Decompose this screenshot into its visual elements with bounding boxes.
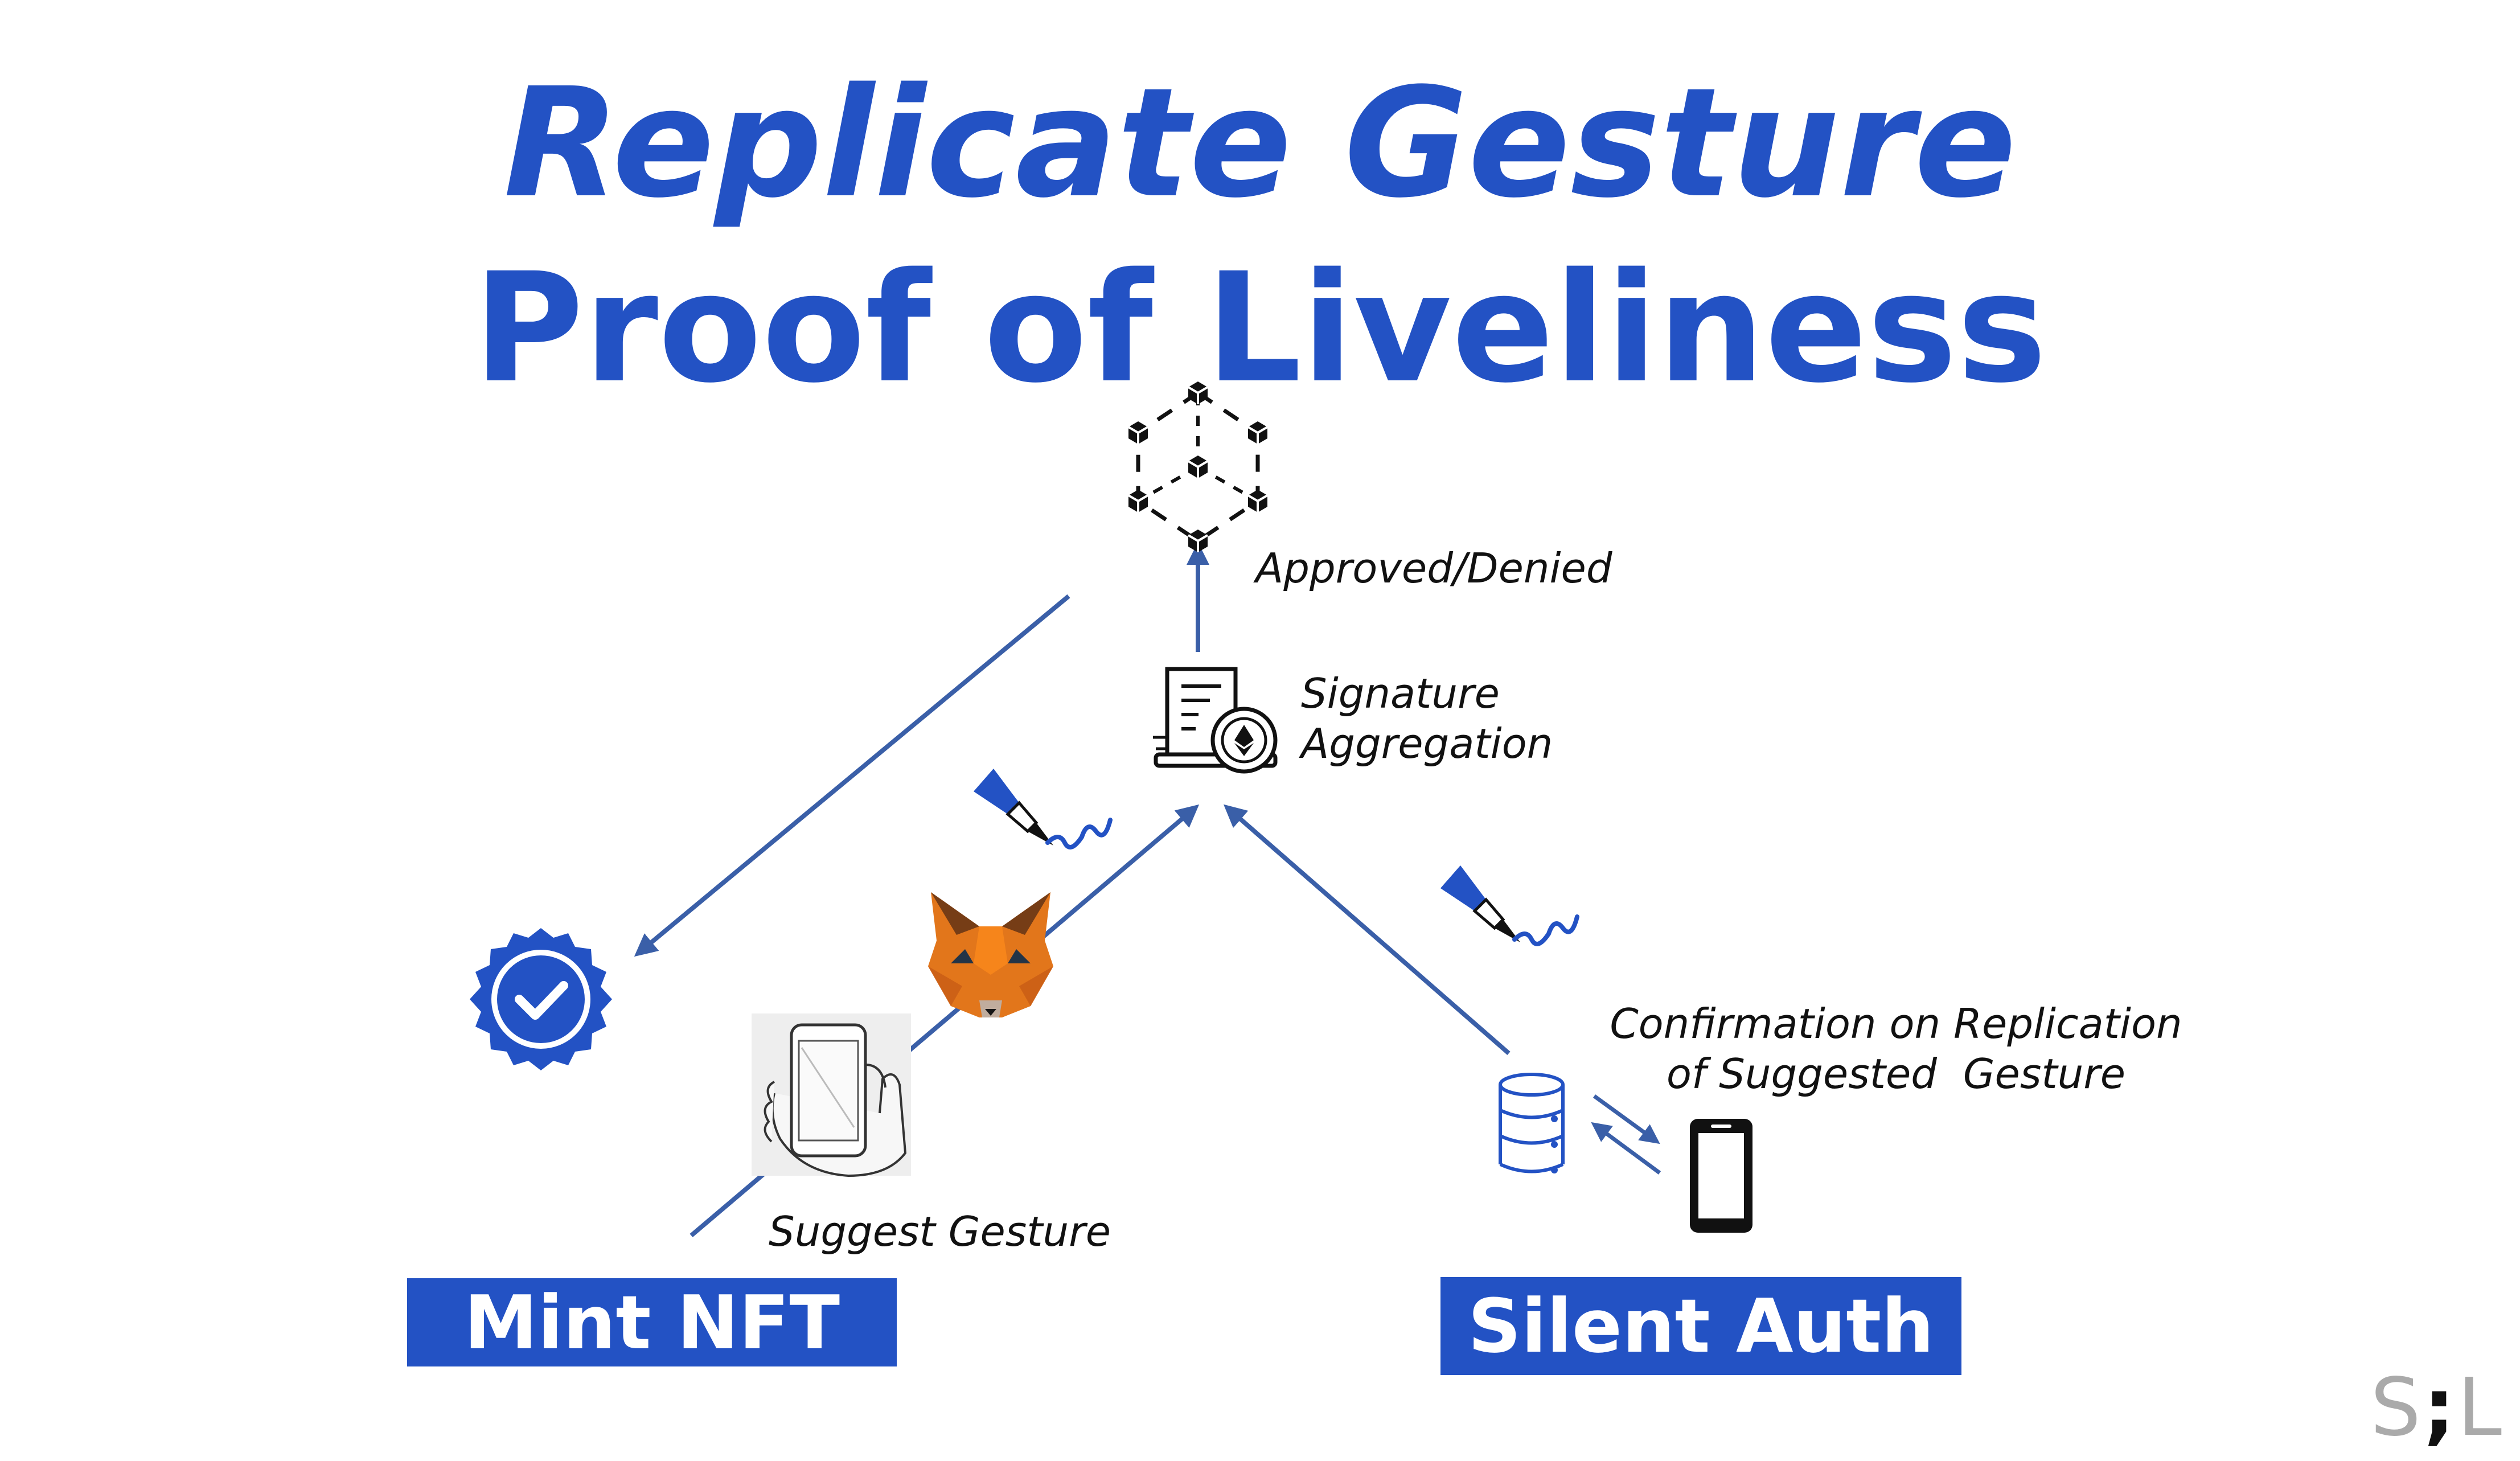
fountain-pen-signature-icon-2 xyxy=(1440,865,1577,944)
mint-nft-box: Mint NFT xyxy=(407,1278,897,1366)
confirmation-label-line-1: Confirmation on Replication xyxy=(1610,1000,2182,1048)
arrow-phone-to-db xyxy=(1591,1122,1661,1175)
confirmation-label: Confirmation on Replication of Suggested… xyxy=(1606,999,2186,1099)
verified-badge-icon xyxy=(470,928,612,1070)
silent-logo: S;L xyxy=(2370,1361,2504,1454)
hand-phone-icon xyxy=(752,1013,911,1177)
approved-denied-label: Approved/Denied xyxy=(1255,544,1612,592)
arrow-db-to-phone xyxy=(1593,1094,1660,1144)
arrow-to-verified xyxy=(634,594,1070,957)
logo-right: L xyxy=(2457,1361,2504,1454)
signature-label-line-1: Signature xyxy=(1301,670,1500,717)
arrow-silent-to-signature xyxy=(1223,804,1511,1056)
metamask-fox-icon xyxy=(928,892,1053,1017)
fountain-pen-signature-icon xyxy=(974,769,1110,847)
database-icon xyxy=(1499,1073,1565,1173)
logo-left: S xyxy=(2370,1361,2423,1454)
blockchain-icon xyxy=(1127,380,1269,553)
signature-label-line-2: Aggregation xyxy=(1301,719,1553,768)
confirmation-label-line-2: of Suggested Gesture xyxy=(1666,1049,2126,1098)
suggest-gesture-label: Suggest Gesture xyxy=(769,1208,1111,1255)
signature-aggregation-label: Signature Aggregation xyxy=(1301,669,1553,769)
smartphone-icon xyxy=(1690,1119,1752,1233)
flow-diagram xyxy=(470,380,1752,1238)
signature-aggregation-icon xyxy=(1153,667,1278,774)
logo-mid: ; xyxy=(2423,1361,2457,1454)
silent-auth-box: Silent Auth xyxy=(1440,1277,1961,1375)
